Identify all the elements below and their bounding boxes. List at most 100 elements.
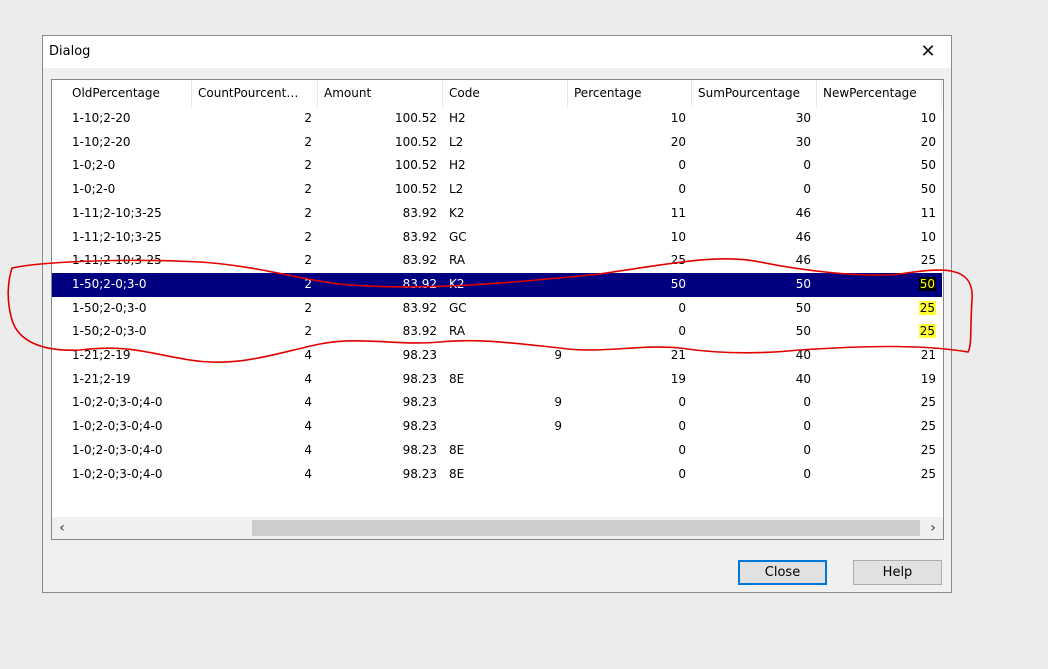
column-header-sumpourcentage[interactable]: SumPourcentage [692,80,817,107]
cell-countpourcent: 4 [304,442,312,457]
cell-countpourcent: 2 [304,324,312,339]
table-row[interactable]: 1-50;2-0;3-0 2 83.92 GC 0 50 25 [52,297,942,321]
cell-oldpercentage: 1-0;2-0;3-0;4-0 [72,419,163,434]
table-row[interactable]: 1-11;2-10;3-25 2 83.92 RA 25 46 25 [52,249,942,273]
cell-sumpourcentage: 46 [795,253,811,268]
cell-sumpourcentage: 50 [795,276,811,291]
cell-code-extra [443,273,568,296]
cell-amount: 98.23 [402,348,437,362]
cell-newpercentage: 50 [817,273,942,296]
cell-countpourcent: 4 [304,395,312,410]
cell-percentage: 25 [670,253,686,268]
cell-oldpercentage: 1-10;2-20 [72,111,131,125]
cell-newpercentage: 25 [817,297,942,320]
table-row[interactable]: 1-0;2-0;3-0;4-0 4 98.23 9 0 0 25 [52,415,942,439]
cell-countpourcent: 2 [304,276,312,291]
cell-newpercentage: 19 [920,371,936,386]
table-row[interactable]: 1-10;2-20 2 100.52 H2 10 30 10 [52,107,942,131]
cell-oldpercentage: 1-21;2-19 [72,348,131,362]
cell-sumpourcentage: 50 [795,300,811,315]
cell-percentage: 0 [678,324,686,339]
cell-newpercentage: 10 [920,111,936,125]
cell-oldpercentage: 1-0;2-0;3-0;4-0 [72,395,163,410]
cell-amount: 100.52 [395,182,437,197]
column-header-newpercentage[interactable]: NewPercentage [817,80,942,107]
cell-code-extra [443,463,568,486]
cell-amount: 98.23 [402,466,437,481]
table-row[interactable]: 1-0;2-0;3-0;4-0 4 98.23 8E 0 0 25 [52,439,942,463]
cell-code-extra [443,178,568,201]
cell-sumpourcentage: 0 [803,395,811,410]
cell-newpercentage: 25 [920,395,936,410]
cell-sumpourcentage: 50 [795,324,811,339]
column-header-oldpercentage[interactable]: OldPercentage [66,80,192,107]
cell-percentage: 0 [678,182,686,197]
column-header-code[interactable]: Code [443,80,568,107]
table-row[interactable]: 1-0;2-0 2 100.52 L2 0 0 50 [52,178,942,202]
cell-amount: 83.92 [402,229,437,244]
close-icon[interactable]: ✕ [905,36,951,68]
cell-newpercentage: 20 [920,134,936,149]
table-row[interactable]: 1-0;2-0 2 100.52 H2 0 0 50 [52,154,942,178]
close-button[interactable]: Close [738,560,827,585]
data-grid[interactable]: OldPercentage CountPourcent… Amount Code… [51,79,944,540]
cell-oldpercentage: 1-0;2-0 [72,182,116,197]
scroll-right-icon[interactable]: › [923,517,943,539]
cell-countpourcent: 2 [304,111,312,125]
cell-sumpourcentage: 0 [803,442,811,457]
cell-code-extra [443,368,568,391]
cell-code-extra [443,107,568,130]
cell-code-extra [443,320,568,343]
cell-percentage: 10 [670,229,686,244]
cell-sumpourcentage: 46 [795,205,811,220]
table-row[interactable]: 1-0;2-0;3-0;4-0 4 98.23 8E 0 0 25 [52,463,942,487]
cell-percentage: 0 [678,442,686,457]
help-button[interactable]: Help [853,560,942,585]
cell-code-extra [443,131,568,154]
cell-countpourcent: 4 [304,371,312,386]
cell-amount: 83.92 [402,276,437,291]
cell-amount: 100.52 [395,134,437,149]
cell-percentage: 0 [678,158,686,173]
cell-amount: 83.92 [402,300,437,315]
column-header-amount[interactable]: Amount [318,80,443,107]
cell-amount: 98.23 [402,371,437,386]
cell-oldpercentage: 1-21;2-19 [72,371,131,386]
cell-newpercentage: 25 [920,419,936,434]
horizontal-scrollbar[interactable]: ‹ › [52,517,943,539]
column-header-percentage[interactable]: Percentage [568,80,692,107]
column-header-countpourcent[interactable]: CountPourcent… [192,80,318,107]
table-row[interactable]: 1-11;2-10;3-25 2 83.92 GC 10 46 10 [52,226,942,250]
cell-newpercentage: 25 [817,320,942,343]
cell-code-extra: 9 [554,395,562,410]
cell-percentage: 0 [678,419,686,434]
scroll-left-icon[interactable]: ‹ [52,517,72,539]
cell-oldpercentage: 1-0;2-0;3-0;4-0 [72,466,163,481]
table-row[interactable]: 1-21;2-19 4 98.23 8E 19 40 19 [52,368,942,392]
cell-oldpercentage: 1-11;2-10;3-25 [72,253,162,268]
cell-amount: 83.92 [402,253,437,268]
table-row[interactable]: 1-50;2-0;3-0 2 83.92 K2 50 50 50 [52,272,942,297]
cell-newpercentage: 50 [920,182,936,197]
cell-newpercentage: 10 [920,229,936,244]
table-row[interactable]: 1-11;2-10;3-25 2 83.92 K2 11 46 11 [52,202,942,226]
table-row[interactable]: 1-50;2-0;3-0 2 83.92 RA 0 50 25 [52,320,942,344]
cell-code-extra [443,249,568,272]
cell-sumpourcentage: 0 [803,419,811,434]
cell-code-extra: 9 [554,348,562,362]
cell-percentage: 21 [670,348,686,362]
cell-countpourcent: 4 [304,419,312,434]
cell-newpercentage: 25 [920,442,936,457]
cell-sumpourcentage: 0 [803,158,811,173]
title-bar: Dialog ✕ [43,36,951,68]
cell-countpourcent: 2 [304,300,312,315]
table-row[interactable]: 1-21;2-19 4 98.23 9 21 40 21 [52,344,942,368]
cell-amount: 98.23 [402,419,437,434]
highlighted-value: 25 [918,300,936,315]
cell-percentage: 20 [670,134,686,149]
table-row[interactable]: 1-10;2-20 2 100.52 L2 20 30 20 [52,131,942,155]
grid-header: OldPercentage CountPourcent… Amount Code… [52,80,943,107]
table-row[interactable]: 1-0;2-0;3-0;4-0 4 98.23 9 0 0 25 [52,391,942,415]
cell-countpourcent: 2 [304,182,312,197]
scrollbar-thumb[interactable] [252,520,920,536]
